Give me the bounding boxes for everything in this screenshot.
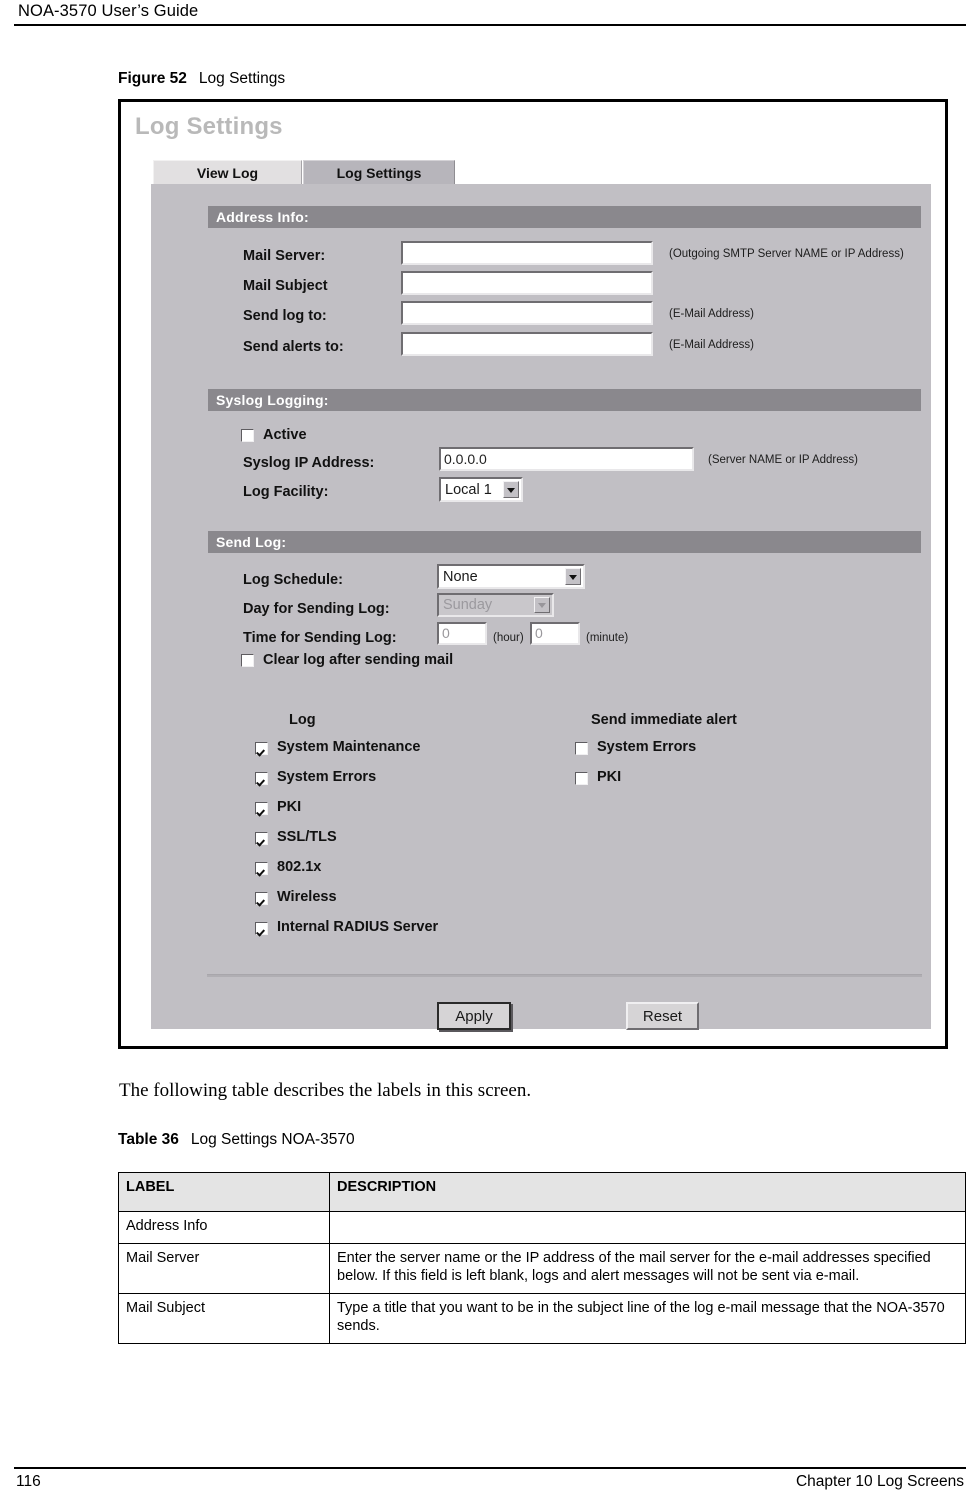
figure-caption: Figure 52 Log Settings <box>118 70 285 88</box>
log-settings-description-table: LABEL DESCRIPTION Address Info Mail Serv… <box>118 1172 966 1344</box>
day-for-sending-log-value: Sunday <box>443 597 493 613</box>
figure-title: Log Settings <box>198 70 286 87</box>
page-header: NOA-3570 User’s Guide <box>0 0 980 28</box>
label-hour-unit: (hour) <box>493 632 524 644</box>
log-label-ssl-tls: SSL/TLS <box>277 829 337 845</box>
log-checkbox-system-maintenance[interactable] <box>255 742 268 755</box>
header-divider <box>14 24 966 26</box>
log-label-wireless: Wireless <box>277 889 337 905</box>
table-row: Mail Subject Type a title that you want … <box>118 1292 966 1344</box>
reset-button[interactable]: Reset <box>626 1002 699 1030</box>
alert-checkbox-system-errors[interactable] <box>575 742 588 755</box>
label-day-for-sending-log: Day for Sending Log: <box>243 601 390 617</box>
tab-log-settings[interactable]: Log Settings <box>303 160 455 184</box>
log-checkbox-802-1x[interactable] <box>255 862 268 875</box>
table-header-description: DESCRIPTION <box>329 1172 966 1212</box>
table-cell-label: Mail Server <box>118 1242 330 1294</box>
table-cell-description: Type a title that you want to be in the … <box>329 1292 966 1344</box>
log-settings-screen: Log Settings View Log Log Settings Addre… <box>121 102 945 1046</box>
syslog-active-checkbox[interactable] <box>241 429 254 442</box>
label-time-for-sending-log: Time for Sending Log: <box>243 630 397 646</box>
table-caption: Table 36 Log Settings NOA-3570 <box>118 1131 355 1149</box>
mail-subject-input[interactable] <box>401 271 653 295</box>
table-row: Address Info <box>118 1211 966 1244</box>
table-cell-description <box>329 1211 966 1244</box>
section-header-syslog-logging: Syslog Logging: <box>208 389 921 411</box>
panel-divider <box>207 974 922 977</box>
footer-page-number: 116 <box>16 1473 41 1490</box>
tab-log-settings-label: Log Settings <box>336 164 422 181</box>
section-header-send-log: Send Log: <box>208 531 921 553</box>
log-settings-panel: Address Info: Mail Server: (Outgoing SMT… <box>151 184 931 1030</box>
day-for-sending-log-select[interactable]: Sunday <box>437 593 554 617</box>
column-header-log: Log <box>289 712 316 728</box>
label-minute-unit: (minute) <box>586 632 629 644</box>
table-cell-description: Enter the server name or the IP address … <box>329 1242 966 1294</box>
log-label-system-maintenance: System Maintenance <box>277 739 421 755</box>
label-syslog-ip: Syslog IP Address: <box>243 455 375 471</box>
table-title: Log Settings NOA-3570 <box>190 1131 355 1148</box>
sending-hour-input[interactable]: 0 <box>437 622 487 645</box>
label-mail-server: Mail Server: <box>243 248 326 264</box>
page-header-title: NOA-3570 User’s Guide <box>18 2 199 20</box>
log-schedule-select[interactable]: None <box>437 564 585 589</box>
send-log-to-input[interactable] <box>401 301 653 325</box>
figure-label: Figure 52 <box>118 70 187 87</box>
log-label-802-1x: 802.1x <box>277 859 322 875</box>
hint-send-log-to: (E-Mail Address) <box>669 308 754 320</box>
log-label-internal-radius-server: Internal RADIUS Server <box>277 919 439 935</box>
send-alerts-to-input[interactable] <box>401 332 653 356</box>
log-checkbox-pki[interactable] <box>255 802 268 815</box>
table-label: Table 36 <box>118 1131 179 1148</box>
label-clear-log: Clear log after sending mail <box>263 652 454 668</box>
sending-minute-input[interactable]: 0 <box>530 622 580 645</box>
log-checkbox-ssl-tls[interactable] <box>255 832 268 845</box>
figure-image-frame: Log Settings View Log Log Settings Addre… <box>118 99 948 1049</box>
body-paragraph: The following table describes the labels… <box>119 1080 532 1101</box>
column-header-send-immediate-alert: Send immediate alert <box>591 712 737 728</box>
label-syslog-active: Active <box>263 427 307 443</box>
label-log-schedule: Log Schedule: <box>243 572 343 588</box>
log-checkbox-internal-radius-server[interactable] <box>255 922 268 935</box>
log-facility-value: Local 1 <box>445 481 492 498</box>
clear-log-checkbox[interactable] <box>241 654 254 667</box>
tab-view-log-label: View Log <box>196 164 259 181</box>
alert-label-pki: PKI <box>597 769 622 785</box>
tab-view-log[interactable]: View Log <box>153 160 302 184</box>
label-send-alerts-to: Send alerts to: <box>243 339 344 355</box>
table-row: Mail Server Enter the server name or the… <box>118 1242 966 1294</box>
footer-chapter: Chapter 10 Log Screens <box>795 1473 964 1490</box>
alert-label-system-errors: System Errors <box>597 739 697 755</box>
hint-mail-server: (Outgoing SMTP Server NAME or IP Address… <box>669 248 904 260</box>
mail-server-input[interactable] <box>401 241 653 265</box>
alert-checkbox-pki[interactable] <box>575 772 588 785</box>
log-schedule-value: None <box>443 568 478 585</box>
log-checkbox-wireless[interactable] <box>255 892 268 905</box>
log-label-pki: PKI <box>277 799 302 815</box>
log-checkbox-system-errors[interactable] <box>255 772 268 785</box>
apply-button[interactable]: Apply <box>437 1002 511 1030</box>
log-label-system-errors: System Errors <box>277 769 377 785</box>
chevron-down-icon[interactable] <box>503 481 519 498</box>
label-mail-subject: Mail Subject <box>243 278 328 294</box>
hint-send-alerts-to: (E-Mail Address) <box>669 339 754 351</box>
table-cell-label: Mail Subject <box>118 1292 330 1344</box>
section-header-address-info: Address Info: <box>208 206 921 228</box>
footer-divider <box>14 1467 966 1469</box>
syslog-ip-input[interactable]: 0.0.0.0 <box>439 447 694 471</box>
log-facility-select[interactable]: Local 1 <box>439 477 523 502</box>
label-log-facility: Log Facility: <box>243 484 329 500</box>
hint-syslog-ip: (Server NAME or IP Address) <box>708 454 858 466</box>
chevron-down-icon[interactable] <box>534 597 550 613</box>
label-send-log-to: Send log to: <box>243 308 327 324</box>
chevron-down-icon[interactable] <box>565 568 581 585</box>
table-header-label: LABEL <box>118 1172 330 1212</box>
table-header-row: LABEL DESCRIPTION <box>118 1172 966 1212</box>
table-cell-label: Address Info <box>118 1211 330 1244</box>
screen-title: Log Settings <box>135 113 283 140</box>
